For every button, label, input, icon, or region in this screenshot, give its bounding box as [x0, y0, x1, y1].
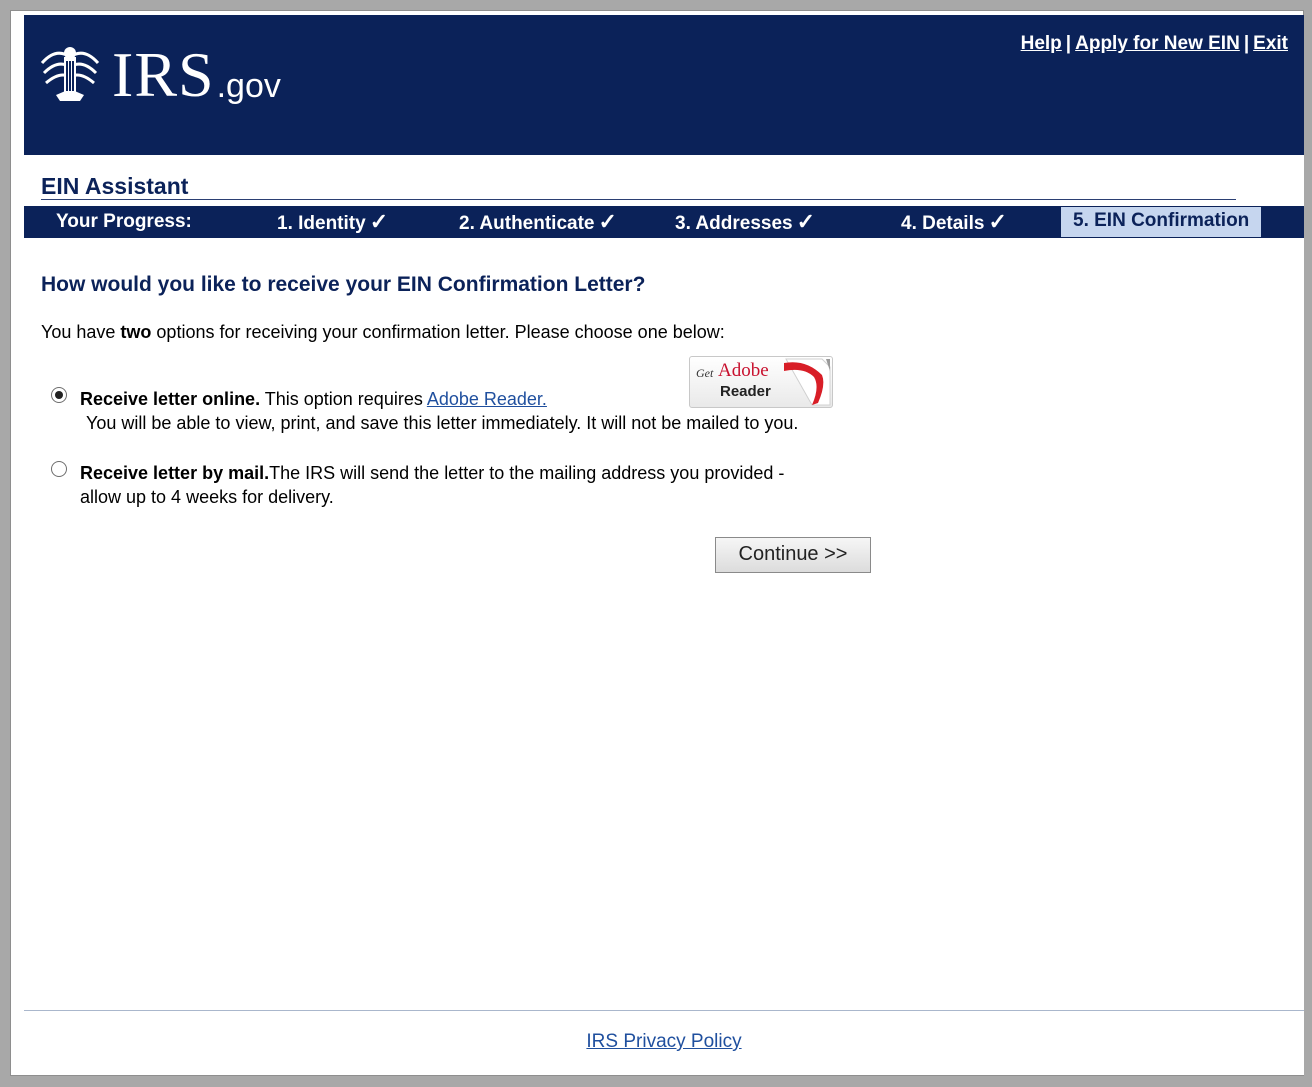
checkmark-icon: ✓ — [988, 209, 1007, 234]
site-header: IRS .gov Help | Apply for New EIN | Exit — [24, 15, 1304, 155]
progress-step-identity: 1. Identity ✓ — [277, 206, 388, 238]
progress-step-authenticate: 2. Authenticate ✓ — [459, 206, 617, 238]
get-adobe-reader-badge[interactable]: Get Adobe Reader — [689, 356, 833, 408]
link-separator: | — [1243, 33, 1250, 54]
option-mail-text: The IRS will send the letter to the mail… — [269, 463, 785, 483]
progress-step-addresses: 3. Addresses ✓ — [675, 206, 815, 238]
progress-bar: Your Progress: 1. Identity ✓ 2. Authentic… — [24, 206, 1304, 238]
top-links: Help | Apply for New EIN | Exit — [1021, 33, 1288, 55]
question-heading: How would you like to receive your EIN C… — [41, 273, 646, 296]
receive-by-mail-radio[interactable] — [51, 461, 67, 477]
step-label: 3. Addresses — [675, 213, 793, 234]
irs-privacy-policy-link[interactable]: IRS Privacy Policy — [586, 1031, 741, 1052]
option-mail-title: Receive letter by mail. — [80, 463, 270, 483]
step-label: 2. Authenticate — [459, 213, 595, 234]
adobe-reader-text: Reader — [720, 383, 771, 400]
page-content: IRS .gov Help | Apply for New EIN | Exit EIN… — [24, 15, 1304, 1075]
help-link[interactable]: Help — [1021, 33, 1062, 54]
title-divider — [41, 199, 1236, 200]
option-online-line2: You will be able to view, print, and sav… — [86, 413, 799, 433]
option-mail-line1: Receive letter by mail.The IRS will send… — [80, 461, 784, 485]
footer: IRS Privacy Policy — [24, 1031, 1304, 1053]
irs-logo[interactable]: IRS .gov — [36, 39, 281, 110]
progress-step-ein-confirmation: 5. EIN Confirmation — [1061, 207, 1262, 237]
footer-divider — [24, 1010, 1304, 1011]
link-separator: | — [1065, 33, 1072, 54]
intro-after: options for receiving your confirmation … — [151, 322, 725, 342]
progress-label: Your Progress: — [56, 211, 192, 232]
logo-gov-text: .gov — [216, 67, 281, 105]
apply-new-ein-link[interactable]: Apply for New EIN — [1075, 33, 1240, 54]
intro-bold: two — [120, 322, 152, 342]
checkmark-icon: ✓ — [369, 209, 389, 234]
logo-irs-text: IRS — [112, 39, 215, 110]
receive-online-radio[interactable] — [51, 387, 67, 403]
progress-step-details: 4. Details ✓ — [901, 206, 1007, 238]
adobe-get-text: Get — [696, 366, 714, 380]
adobe-reader-icon — [784, 358, 831, 406]
exit-link[interactable]: Exit — [1253, 33, 1288, 54]
page-title: EIN Assistant — [41, 173, 189, 199]
step-label: 4. Details — [901, 213, 985, 234]
intro-text: You have two options for receiving your … — [41, 322, 725, 343]
intro-before: You have — [41, 322, 121, 342]
option-online-text: This option requires — [260, 389, 427, 409]
option-online-title: Receive letter online. — [80, 389, 261, 409]
checkmark-icon: ✓ — [598, 209, 617, 234]
continue-button[interactable]: Continue >> — [715, 537, 871, 573]
browser-page: IRS .gov Help | Apply for New EIN | Exit EIN… — [10, 10, 1304, 1076]
step-label: 1. Identity — [277, 213, 366, 234]
option-mail-line2: allow up to 4 weeks for delivery. — [80, 487, 334, 507]
option-online-line1: Receive letter online. This option requi… — [80, 387, 547, 411]
checkmark-icon: ✓ — [796, 209, 816, 234]
adobe-reader-link[interactable]: Adobe Reader. — [427, 389, 547, 409]
irs-eagle-icon — [40, 47, 100, 101]
adobe-brand-text: Adobe — [718, 360, 769, 381]
